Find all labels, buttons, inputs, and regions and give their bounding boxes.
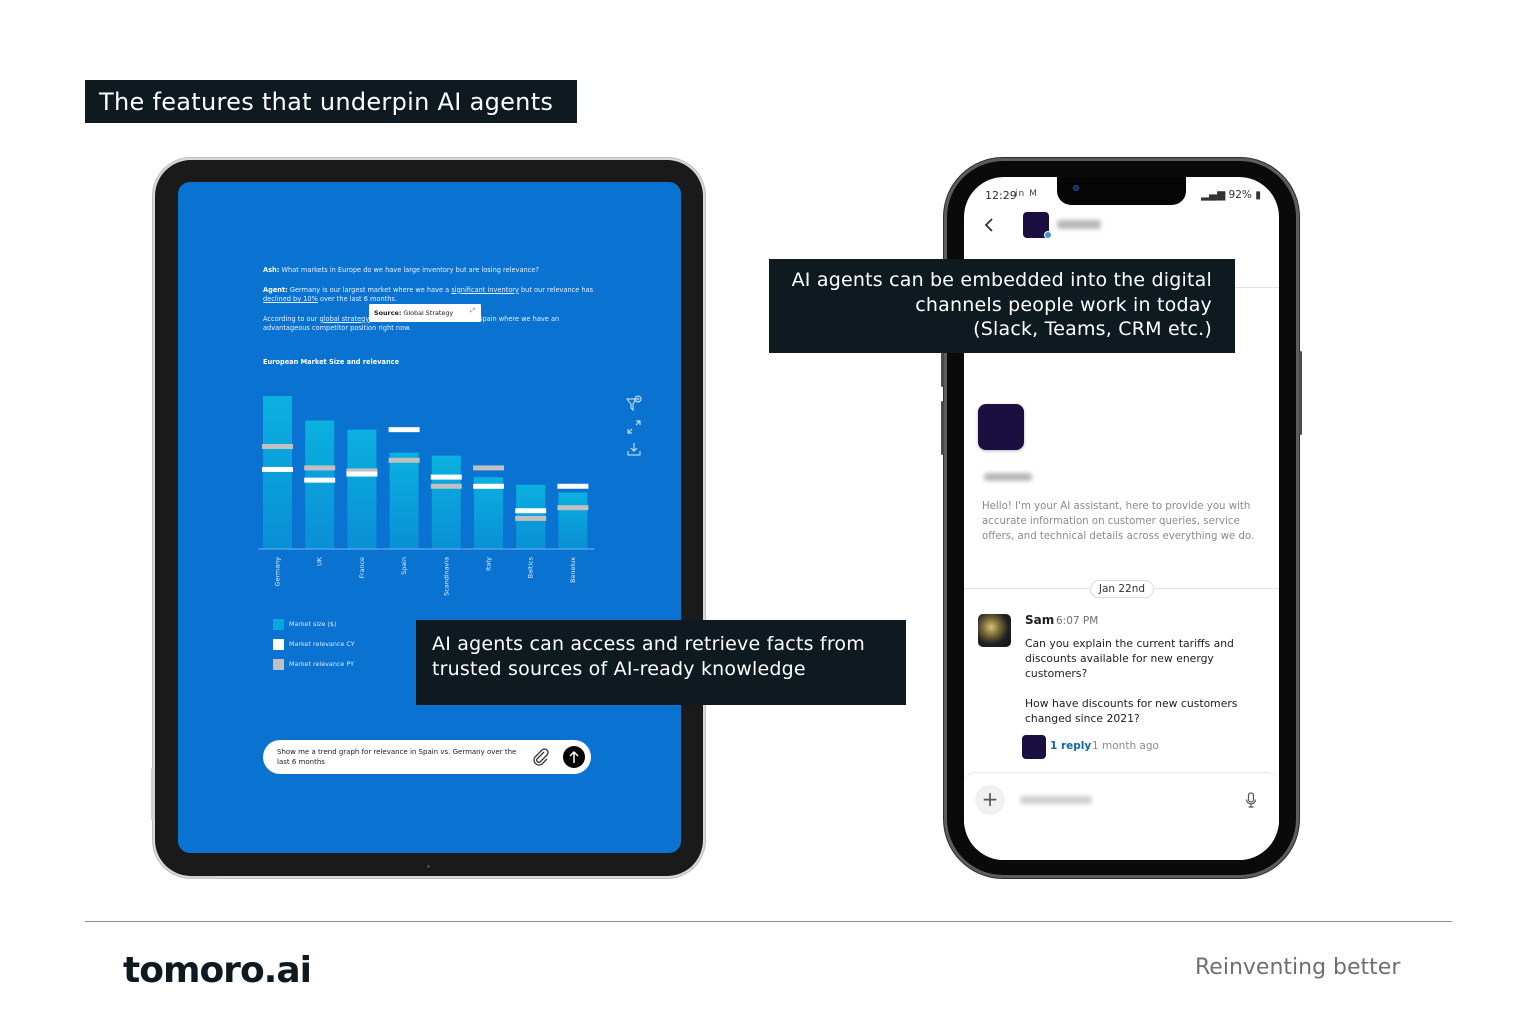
chart-legend: Market size ($) Market relevance CY Mark…: [273, 614, 355, 674]
x-tick-label: Benelux: [569, 557, 577, 583]
footer-divider: [85, 921, 1452, 922]
expand-icon[interactable]: [625, 418, 643, 436]
legend-label: Market relevance CY: [289, 640, 355, 648]
battery-icon: ▮: [1251, 189, 1261, 201]
paperclip-icon[interactable]: [531, 747, 551, 767]
signal-icon: ▂▄▆: [1200, 189, 1229, 201]
x-tick-label: UK: [316, 556, 324, 566]
bot-name-redacted: [984, 473, 1032, 481]
battery-percent: 92%: [1228, 189, 1252, 201]
x-tick-label: Italy: [485, 557, 493, 571]
bar-uk[interactable]: [305, 420, 335, 549]
market-chart: Germany UK France Spain Scandinavia Italy Balt…: [258, 396, 595, 596]
bot-intro-text: Hello! I'm your AI assistant, here to pr…: [982, 501, 1255, 542]
tablet-device: Ash: What markets in Europe do we have l…: [151, 160, 703, 879]
marker-cy-france[interactable]: [346, 471, 378, 477]
legend-label: Market relevance PY: [289, 660, 354, 668]
front-camera: [1073, 185, 1079, 191]
marker-cy-uk[interactable]: [304, 477, 336, 483]
phone-button: [941, 401, 944, 455]
status-battery: ▂▄▆ 92% ▮: [1201, 189, 1261, 201]
callout-channel-embedding: AI agents can be embedded into the digit…: [769, 259, 1235, 353]
tagline: Reinventing better: [1195, 955, 1401, 980]
marker-py-scandinavia[interactable]: [430, 483, 462, 489]
send-button[interactable]: [563, 746, 585, 768]
phone-notch: [1057, 177, 1186, 205]
x-tick-label: Scandinavia: [442, 557, 450, 596]
legend-swatch: [273, 618, 284, 630]
marker-py-uk[interactable]: [304, 465, 336, 471]
marker-py-germany[interactable]: [262, 443, 293, 449]
marker-cy-baltics[interactable]: [515, 508, 547, 514]
reply-time: 1 month ago: [1092, 740, 1159, 752]
marker-py-italy[interactable]: [473, 465, 504, 471]
chart-toolbar: [625, 395, 645, 464]
bar-benelux[interactable]: [558, 492, 588, 549]
prompt-text[interactable]: Show me a trend graph for relevance in S…: [277, 747, 525, 767]
marker-cy-germany[interactable]: [262, 466, 293, 472]
download-icon[interactable]: [625, 441, 643, 459]
tablet-screen: Ash: What markets in Europe do we have l…: [178, 182, 681, 853]
prompt-input[interactable]: Show me a trend graph for relevance in S…: [263, 740, 591, 774]
marker-py-benelux[interactable]: [557, 505, 589, 511]
status-badge: [1044, 231, 1052, 239]
legend-item-market-size: Market size ($): [273, 614, 355, 634]
message-line: How have discounts for new customers cha…: [1025, 697, 1238, 725]
microphone-icon[interactable]: [1245, 792, 1257, 808]
reply-avatar: [1022, 735, 1046, 759]
marker-cy-italy[interactable]: [473, 483, 504, 489]
tablet-camera: [427, 865, 430, 868]
bar-france[interactable]: [347, 429, 377, 549]
add-attachment-button[interactable]: +: [975, 785, 1005, 815]
back-chevron-icon[interactable]: [983, 217, 995, 233]
status-notification-icons: in M: [1015, 189, 1038, 199]
bar-germany[interactable]: [263, 396, 292, 549]
marker-py-baltics[interactable]: [515, 515, 547, 521]
status-time: 12:29: [985, 189, 1017, 202]
thread-replies-link[interactable]: 1 reply: [1050, 740, 1091, 752]
marker-py-spain[interactable]: [388, 457, 420, 463]
legend-label: Market size ($): [289, 620, 337, 628]
tablet-edge-detail: [189, 876, 217, 879]
tablet-side-button: [151, 768, 154, 820]
callout-line: (Slack, Teams, CRM etc.): [973, 318, 1212, 340]
phone-button: [1299, 351, 1302, 435]
message-line: Can you explain the current tariffs and …: [1025, 637, 1234, 680]
bar-scandinavia[interactable]: [431, 455, 461, 549]
legend-item-relevance-py: Market relevance PY: [273, 654, 355, 674]
marker-cy-benelux[interactable]: [557, 483, 589, 489]
channel-name-redacted: [1057, 220, 1101, 229]
message-body: Can you explain the current tariffs and …: [1025, 636, 1255, 726]
x-tick-label: France: [358, 557, 366, 578]
brand-logo: tomoro.ai: [123, 950, 312, 991]
callout-line: channels people work in today: [915, 293, 1212, 316]
callout-line: AI agents can be embedded into the digit…: [791, 269, 1212, 291]
legend-swatch: [273, 638, 284, 650]
marker-cy-spain[interactable]: [388, 427, 420, 433]
date-divider[interactable]: Jan 22nd: [1090, 580, 1154, 598]
legend-item-relevance-cy: Market relevance CY: [273, 634, 355, 654]
user-avatar[interactable]: [978, 614, 1011, 647]
message-composer: +: [964, 772, 1279, 860]
legend-swatch: [273, 658, 284, 670]
slide-title: The features that underpin AI agents: [85, 80, 577, 123]
x-tick-label: Germany: [274, 557, 282, 587]
message-input-placeholder-redacted[interactable]: [1020, 796, 1092, 804]
message-time: 6:07 PM: [1056, 615, 1099, 627]
arrow-up-icon: [569, 750, 579, 763]
x-tick-label: Spain: [400, 557, 408, 575]
message-author[interactable]: Sam: [1025, 613, 1054, 627]
bot-avatar: [978, 404, 1024, 450]
x-tick-label: Baltics: [527, 556, 535, 578]
callout-knowledge-retrieval: AI agents can access and retrieve facts …: [416, 620, 906, 705]
filter-icon[interactable]: [625, 395, 643, 413]
marker-cy-scandinavia[interactable]: [430, 474, 462, 480]
bar-spain[interactable]: [389, 452, 419, 549]
